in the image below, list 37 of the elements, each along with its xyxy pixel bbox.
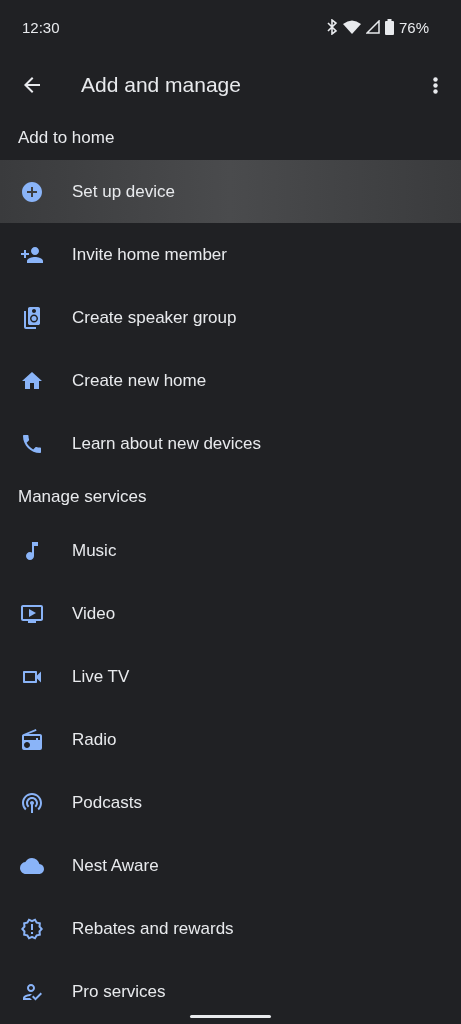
item-label: Learn about new devices [72, 433, 262, 454]
menu-item[interactable]: Video [0, 582, 461, 645]
bluetooth-icon [325, 19, 338, 35]
item-label: Rebates and rewards [72, 918, 234, 939]
menu-item[interactable]: Music [0, 519, 461, 582]
section-title: Add to home [17, 127, 116, 149]
signal-icon [365, 20, 380, 34]
item-label: Video [72, 603, 116, 624]
menu-item[interactable]: Create new home [0, 349, 461, 412]
menu-item[interactable]: Create speaker group [0, 286, 461, 349]
wifi-icon [342, 20, 361, 34]
more-vertical-icon [432, 76, 438, 94]
radio-icon [19, 726, 45, 753]
item-label: Music [72, 540, 117, 561]
menu-item[interactable]: Invite home member [0, 223, 461, 286]
menu-item[interactable]: Radio [0, 708, 461, 771]
item-label: Set up device [72, 181, 175, 202]
item-label: Create new home [72, 370, 207, 391]
status-time: 12:30 [22, 18, 60, 36]
menu-item[interactable]: Learn about new devices [0, 412, 461, 475]
menu-item[interactable]: Rebates and rewards [0, 897, 461, 960]
item-label: Live TV [72, 666, 130, 687]
item-label: Radio [72, 729, 117, 750]
battery-icon [384, 19, 394, 35]
item-label: Pro services [72, 981, 166, 1002]
menu-item[interactable]: Pro services [0, 960, 461, 1023]
item-label: Create speaker group [72, 307, 237, 328]
item-label: Invite home member [72, 244, 227, 265]
battery-percent: 76% [398, 18, 429, 36]
menu-item[interactable]: Live TV [0, 645, 461, 708]
page-title: Add and manage [81, 73, 242, 97]
item-label: Podcasts [72, 792, 142, 813]
menu-item[interactable]: Set up device [0, 160, 461, 223]
item-label: Nest Aware [72, 855, 159, 876]
menu-item[interactable]: Podcasts [0, 771, 461, 834]
section-title: Manage services [17, 486, 148, 508]
menu-item[interactable]: Nest Aware [0, 834, 461, 897]
